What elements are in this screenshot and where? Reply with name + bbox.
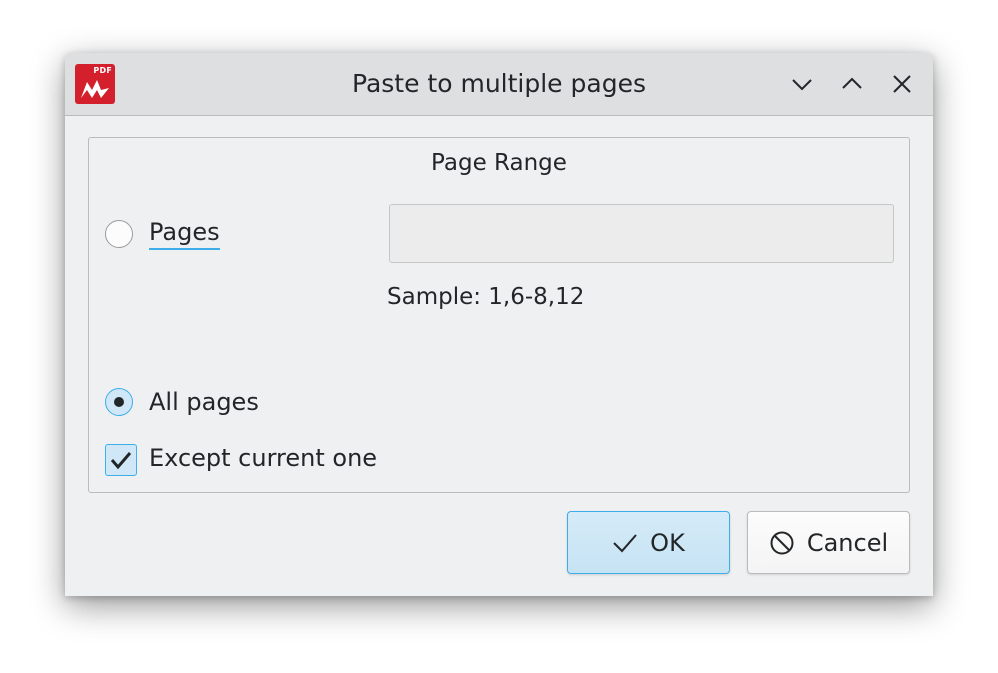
close-icon — [893, 75, 911, 93]
page-range-group: Page Range Pages Sample: 1,6-8,12 All pa… — [88, 137, 910, 493]
sample-hint: Sample: 1,6-8,12 — [387, 284, 585, 310]
except-current-checkbox[interactable] — [105, 444, 137, 476]
cancel-button-label: Cancel — [806, 528, 889, 557]
ok-button[interactable]: OK — [567, 511, 730, 574]
close-button[interactable] — [887, 69, 917, 99]
pages-option-label[interactable]: Pages — [149, 218, 220, 250]
all-pages-label[interactable]: All pages — [149, 388, 259, 416]
paste-dialog-window: PDF Paste to multiple pages Page Range P… — [65, 53, 933, 596]
minimize-button[interactable] — [787, 69, 817, 99]
except-current-label[interactable]: Except current one — [149, 444, 377, 472]
title-bar[interactable]: PDF Paste to multiple pages — [65, 53, 933, 116]
group-title: Page Range — [431, 150, 567, 176]
checkmark-icon — [110, 452, 132, 470]
all-pages-radio[interactable] — [105, 388, 133, 416]
chevron-up-icon — [842, 77, 862, 89]
chevron-down-icon — [792, 79, 812, 91]
maximize-button[interactable] — [837, 69, 867, 99]
check-icon — [612, 532, 638, 554]
radio-selected-dot — [114, 397, 124, 407]
cancel-icon — [769, 530, 795, 556]
pages-input[interactable] — [389, 204, 894, 263]
ok-button-label: OK — [650, 528, 685, 557]
pages-radio[interactable] — [105, 220, 133, 248]
cancel-button[interactable]: Cancel — [747, 511, 910, 574]
